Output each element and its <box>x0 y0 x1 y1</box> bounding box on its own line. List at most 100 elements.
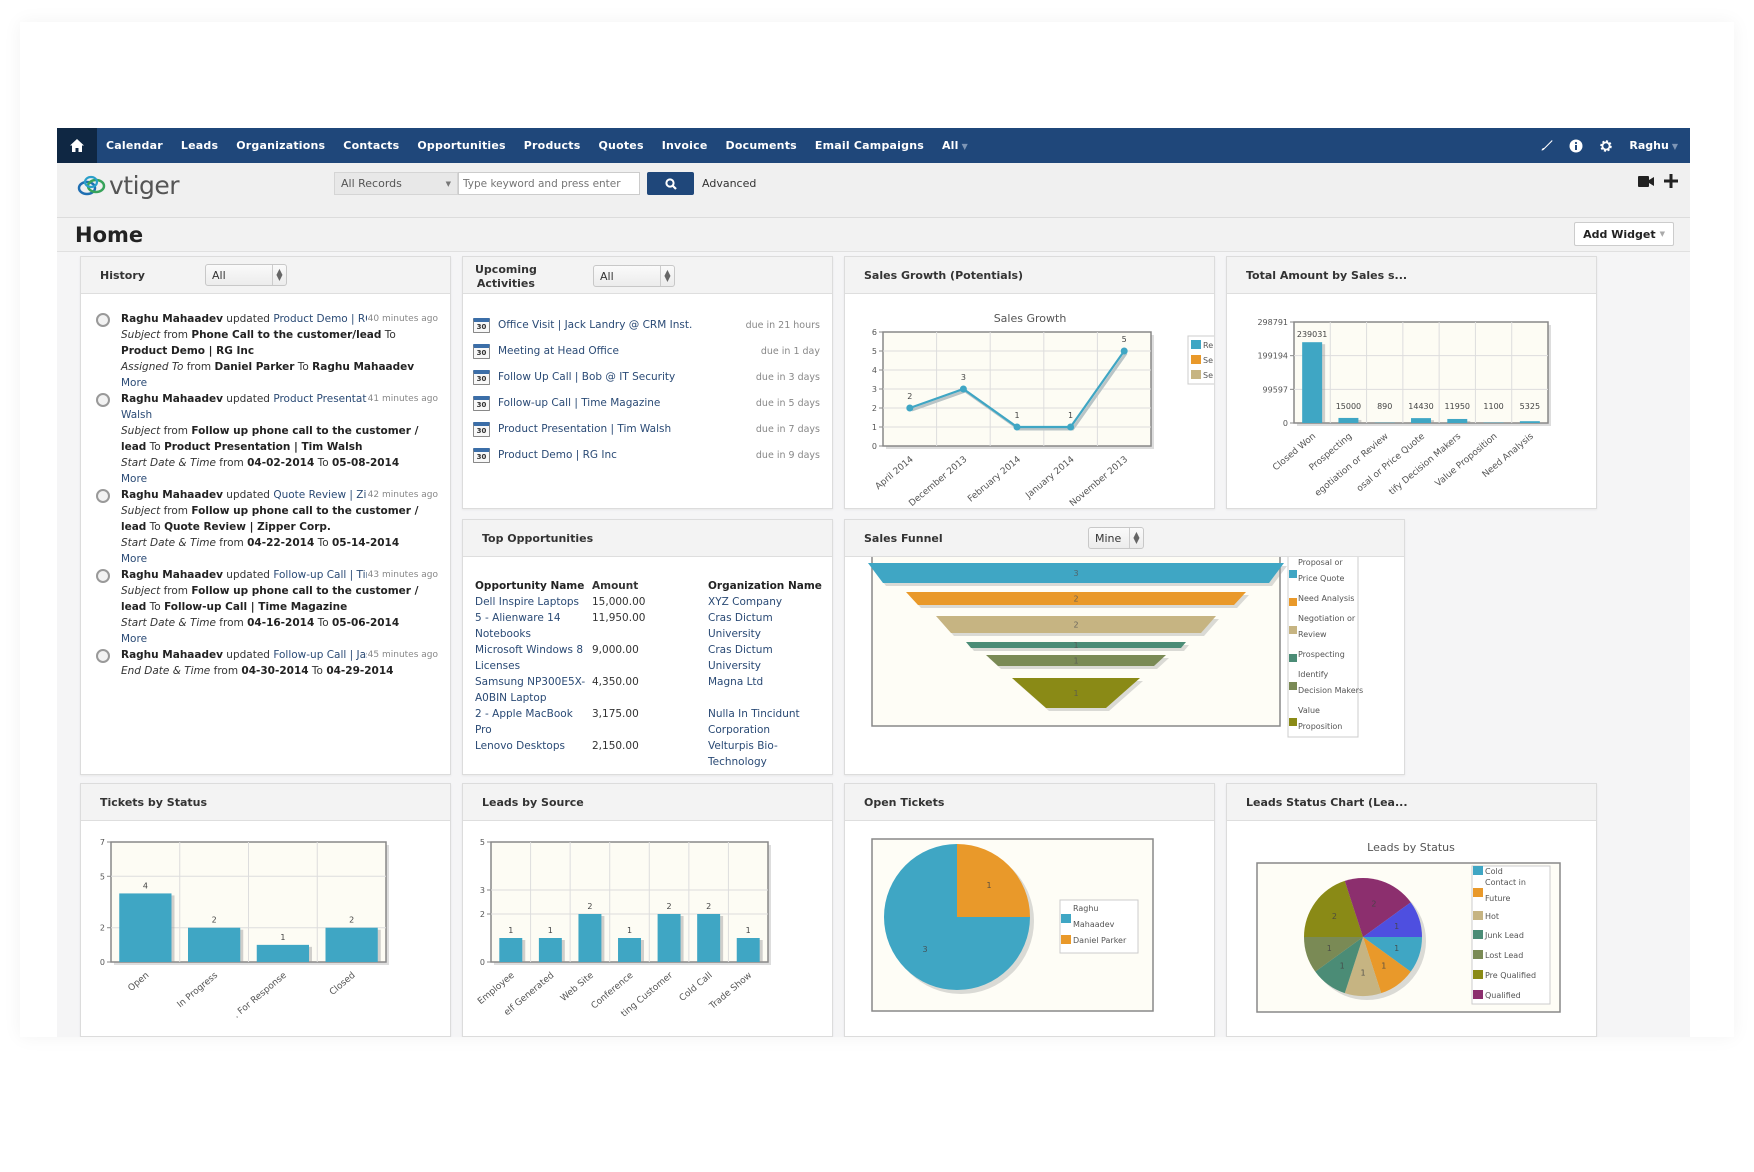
page-title-bar: Home Add Widget ▼ <box>57 218 1690 252</box>
opportunity-name[interactable]: Microsoft Windows 8 Licenses <box>475 642 592 674</box>
plus-icon[interactable] <box>1664 174 1678 188</box>
nav-opportunities[interactable]: Opportunities <box>417 139 505 152</box>
activities-filter-select[interactable]: All ▲ ▼ <box>593 265 675 287</box>
history-user[interactable]: Raghu Mahaadev <box>121 489 223 501</box>
nav-quotes[interactable]: Quotes <box>598 139 643 152</box>
opportunity-name[interactable]: 5 - Alienware 14 Notebooks <box>475 610 592 642</box>
add-widget-button[interactable]: Add Widget ▼ <box>1574 222 1674 246</box>
widget-header[interactable]: Leads Status Chart (Lea... <box>1227 784 1596 821</box>
data-label: 15000 <box>1336 402 1361 411</box>
advanced-search-link[interactable]: Advanced <box>702 177 756 190</box>
from-label: from <box>160 425 192 437</box>
more-link[interactable]: More <box>121 375 440 391</box>
data-label: 1 <box>1340 962 1345 971</box>
history-user[interactable]: Raghu Mahaadev <box>121 313 223 325</box>
activity-item[interactable]: 30 Office Visit | Jack Landry @ CRM Inst.… <box>473 312 820 338</box>
x-tick-label: February 2014 <box>966 454 1023 504</box>
table-row[interactable]: 5 - Alienware 14 Notebooks 11,950.00 Cras … <box>475 610 828 642</box>
activity-item[interactable]: 30 Follow-up Call | Time Magazine due in 5… <box>473 390 820 416</box>
brush-icon[interactable] <box>1540 139 1553 152</box>
more-link[interactable]: More <box>121 471 440 487</box>
activity-name-link[interactable]: Product Presentation | Tim Walsh <box>498 423 756 435</box>
nav-contacts[interactable]: Contacts <box>343 139 399 152</box>
y-tick-label: 0 <box>1283 419 1288 428</box>
opportunity-name[interactable]: Lenovo Desktops <box>475 738 592 770</box>
data-point <box>959 385 967 393</box>
organization-name[interactable]: Cras Dictum University <box>708 610 828 642</box>
activity-name-link[interactable]: Office Visit | Jack Landry @ CRM Inst. <box>498 319 746 331</box>
widget-title-line1: Upcoming <box>475 263 537 276</box>
organization-name[interactable]: Magna Ltd <box>708 674 828 706</box>
table-row[interactable]: Dell Inspire Laptops 15,000.00 XYZ Company <box>475 594 828 610</box>
history-time: 41 minutes ago <box>366 391 438 407</box>
change-to: 04-29-2014 <box>326 665 394 677</box>
organization-name[interactable]: Velturpis Bio-Technology <box>708 738 828 770</box>
widget-header[interactable]: Leads by Source <box>463 784 832 821</box>
history-filter-select[interactable]: All ▲ ▼ <box>205 264 287 286</box>
to-label: To <box>314 537 332 549</box>
widget-header[interactable]: Open Tickets <box>845 784 1214 821</box>
widget-header[interactable]: Top Opportunities <box>463 520 832 557</box>
table-row[interactable]: 2 - Apple MacBook Pro 3,175.00 Nulla In Ti… <box>475 706 828 738</box>
gear-icon[interactable] <box>1599 139 1613 153</box>
calendar-icon: 30 <box>473 369 490 385</box>
nav-products[interactable]: Products <box>524 139 581 152</box>
organization-name[interactable]: Cras Dictum University <box>708 642 828 674</box>
history-widget: History All ▲ ▼ 40 minutes ago Raghu Mahaa… <box>80 256 451 775</box>
activity-item[interactable]: 30 Product Presentation | Tim Walsh due in… <box>473 416 820 442</box>
organization-name[interactable]: Nulla In Tincidunt Corporation <box>708 706 828 738</box>
history-user[interactable]: Raghu Mahaadev <box>121 569 223 581</box>
activity-name-link[interactable]: Product Demo | RG Inc <box>498 449 756 461</box>
info-icon[interactable] <box>1569 139 1583 153</box>
more-link[interactable]: More <box>121 551 440 567</box>
caret-down-icon: ▼ <box>1659 230 1665 238</box>
widget-header[interactable]: Sales Growth (Potentials) <box>845 257 1214 294</box>
widget-header[interactable]: History All ▲ ▼ <box>81 257 450 294</box>
opportunity-name[interactable]: Samsung NP300E5X-A0BIN Laptop <box>475 674 592 706</box>
funnel-filter-select[interactable]: Mine ▲ ▼ <box>1088 527 1144 549</box>
data-label: 2 <box>1332 912 1337 921</box>
activity-name-link[interactable]: Follow Up Call | Bob @ IT Security <box>498 371 756 383</box>
organization-name[interactable]: XYZ Company <box>708 594 828 610</box>
nav-all-menu[interactable]: All ▼ <box>942 139 968 152</box>
history-user[interactable]: Raghu Mahaadev <box>121 649 223 661</box>
activity-item[interactable]: 30 Follow Up Call | Bob @ IT Security due … <box>473 364 820 390</box>
activity-name-link[interactable]: Meeting at Head Office <box>498 345 761 357</box>
vtiger-logo[interactable]: vtiger <box>77 171 180 200</box>
change-field: End Date & Time <box>121 665 211 677</box>
user-menu[interactable]: Raghu ▼ <box>1629 139 1678 152</box>
nav-email-campaigns[interactable]: Email Campaigns <box>815 139 924 152</box>
search-scope-select[interactable]: All Records ▼ <box>334 172 458 195</box>
opportunity-name[interactable]: 2 - Apple MacBook Pro <box>475 706 592 738</box>
opportunity-name[interactable]: Dell Inspire Laptops <box>475 594 592 610</box>
column-header: Opportunity Name <box>475 580 585 592</box>
more-link[interactable]: More <box>121 631 440 647</box>
data-label: 2 <box>1073 621 1078 630</box>
global-search-input[interactable] <box>458 172 640 195</box>
widget-header[interactable]: Upcoming Activities All ▲ ▼ <box>463 257 832 294</box>
header-actions <box>1638 174 1678 188</box>
nav-invoice[interactable]: Invoice <box>662 139 708 152</box>
nav-leads[interactable]: Leads <box>181 139 218 152</box>
activity-name-link[interactable]: Follow-up Call | Time Magazine <box>498 397 756 409</box>
x-tick-label: In Progress <box>176 970 221 1010</box>
search-button[interactable] <box>647 172 694 195</box>
home-button[interactable] <box>57 128 97 163</box>
nav-organizations[interactable]: Organizations <box>236 139 325 152</box>
history-user[interactable]: Raghu Mahaadev <box>121 393 223 405</box>
calendar-icon: 30 <box>473 447 490 463</box>
activity-item[interactable]: 30 Product Demo | RG Inc due in 9 days <box>473 442 820 468</box>
table-row[interactable]: Microsoft Windows 8 Licenses 9,000.00 Cras… <box>475 642 828 674</box>
activity-due: due in 3 days <box>755 371 820 383</box>
activity-item[interactable]: 30 Meeting at Head Office due in 1 day <box>473 338 820 364</box>
video-camera-icon[interactable] <box>1638 175 1654 187</box>
history-change: Subject from Follow up phone call to the… <box>121 583 440 615</box>
widget-header[interactable]: Sales Funnel Mine ▲ ▼ <box>845 520 1404 557</box>
nav-documents[interactable]: Documents <box>726 139 797 152</box>
widget-header[interactable]: Total Amount by Sales s... <box>1227 257 1596 294</box>
nav-calendar[interactable]: Calendar <box>106 139 163 152</box>
widget-header[interactable]: Tickets by Status <box>81 784 450 821</box>
data-label: 2 <box>667 902 672 911</box>
table-row[interactable]: Lenovo Desktops 2,150.00 Velturpis Bio-Tec… <box>475 738 828 770</box>
table-row[interactable]: Samsung NP300E5X-A0BIN Laptop 4,350.00 Mag… <box>475 674 828 706</box>
